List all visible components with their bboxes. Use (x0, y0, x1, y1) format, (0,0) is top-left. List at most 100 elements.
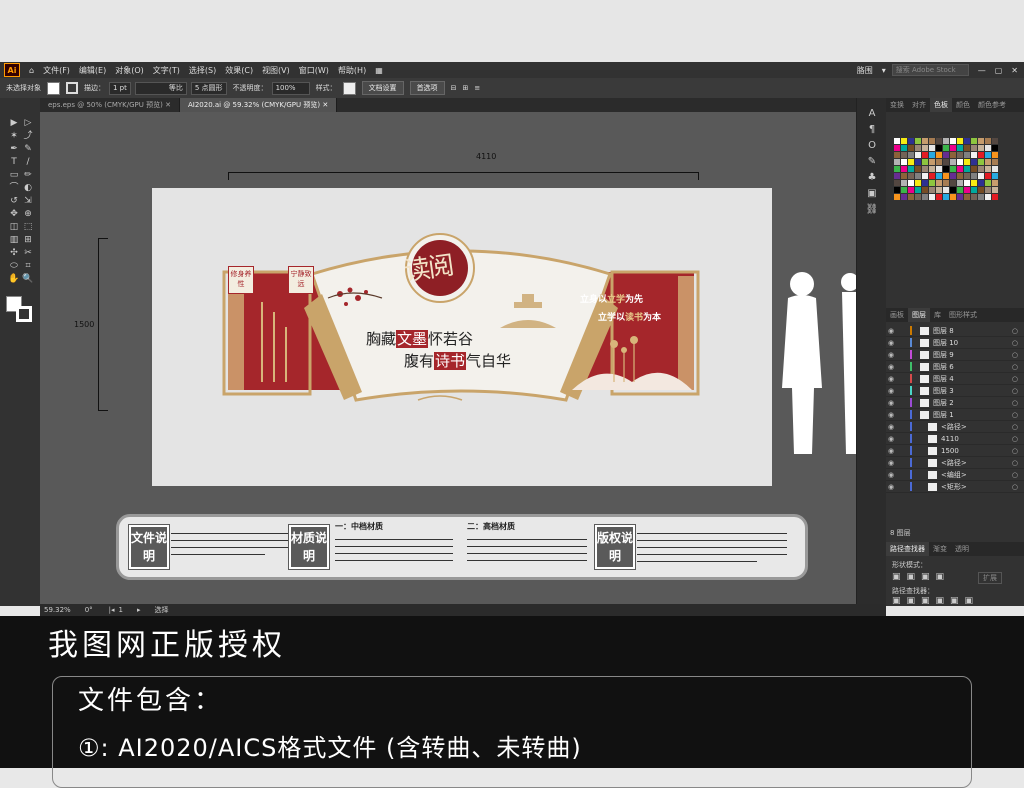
opentype-icon[interactable]: O (857, 138, 887, 154)
type-tool-icon[interactable]: T (8, 157, 20, 167)
opacity-field[interactable]: 100% (271, 81, 310, 95)
color-swatch[interactable] (964, 152, 970, 158)
selection-tool-icon[interactable]: ▶ (8, 118, 20, 128)
color-swatch[interactable] (950, 166, 956, 172)
color-swatch[interactable] (978, 194, 984, 200)
eyedropper-tool-icon[interactable]: ⊞ (22, 235, 34, 245)
menu-window[interactable]: 窗口(W) (299, 65, 329, 76)
color-swatch[interactable] (978, 166, 984, 172)
direct-selection-tool-icon[interactable]: ▷ (22, 118, 34, 128)
stroke-profile-select[interactable]: 等比 (134, 81, 187, 95)
color-swatch[interactable] (901, 173, 907, 179)
color-swatch[interactable] (943, 187, 949, 193)
symbol-tool-icon[interactable]: ⬭ (8, 261, 20, 271)
color-swatch[interactable] (922, 152, 928, 158)
color-swatch[interactable] (915, 194, 921, 200)
rotation-field[interactable]: 0° (85, 606, 93, 614)
blob-brush-tool-icon[interactable]: ◐ (22, 183, 34, 193)
target-icon[interactable]: ○ (1012, 435, 1018, 443)
color-swatch[interactable] (929, 187, 935, 193)
stroke-color-icon[interactable] (16, 306, 32, 322)
color-swatch[interactable] (957, 145, 963, 151)
target-icon[interactable]: ○ (1012, 459, 1018, 467)
color-swatch[interactable] (894, 180, 900, 186)
graphic-styles-icon[interactable]: ▣ (857, 186, 887, 202)
type-icon[interactable]: A (857, 106, 887, 122)
color-swatch[interactable] (950, 145, 956, 151)
color-swatch[interactable] (971, 138, 977, 144)
menu-view[interactable]: 视图(V) (262, 65, 290, 76)
artboard-number-field[interactable]: 1 (119, 606, 123, 614)
eye-icon[interactable]: ◉ (886, 447, 896, 455)
arrange-documents-icon[interactable]: ▦ (375, 66, 383, 75)
tab-graphic-styles[interactable]: 图形样式 (945, 308, 981, 322)
color-swatch[interactable] (978, 152, 984, 158)
color-swatch[interactable] (985, 166, 991, 172)
tab-transparency[interactable]: 透明 (951, 542, 973, 556)
color-swatch[interactable] (894, 194, 900, 200)
next-artboard-icon[interactable]: ▸ (137, 606, 141, 614)
tab-ai2020[interactable]: AI2020.ai @ 59.32% (CMYK/GPU 预览) ✕ (179, 98, 338, 112)
color-swatch[interactable] (894, 159, 900, 165)
home-icon[interactable]: ⌂ (29, 66, 34, 75)
color-swatch[interactable] (922, 194, 928, 200)
color-swatch[interactable] (992, 194, 998, 200)
color-swatch[interactable] (908, 166, 914, 172)
color-swatch[interactable] (936, 187, 942, 193)
color-swatch[interactable] (985, 145, 991, 151)
color-swatch[interactable] (922, 145, 928, 151)
shaper-tool-icon[interactable]: ⌒ (8, 183, 20, 193)
tab-align[interactable]: 对齐 (908, 98, 930, 112)
expand-button[interactable]: 扩展 (978, 572, 1002, 584)
blend-tool-icon[interactable]: ✣ (8, 248, 20, 258)
color-swatch[interactable] (992, 145, 998, 151)
tab-color[interactable]: 颜色 (952, 98, 974, 112)
color-swatch[interactable] (985, 180, 991, 186)
brush-select[interactable]: 5 点圆形 (190, 81, 227, 95)
color-swatch[interactable] (915, 187, 921, 193)
color-swatch[interactable] (957, 187, 963, 193)
target-icon[interactable]: ○ (1012, 483, 1018, 491)
color-swatch[interactable] (915, 138, 921, 144)
color-swatch[interactable] (901, 187, 907, 193)
stroke-swatch[interactable] (66, 82, 78, 94)
target-icon[interactable]: ○ (1012, 423, 1018, 431)
eye-icon[interactable]: ◉ (886, 339, 896, 347)
tab-artboards[interactable]: 画板 (886, 308, 908, 322)
rectangle-tool-icon[interactable]: ▭ (8, 170, 20, 180)
target-icon[interactable]: ○ (1012, 411, 1018, 419)
color-swatch[interactable] (992, 159, 998, 165)
pathfinder-buttons[interactable]: ▣▣▣▣▣▣ (892, 596, 979, 606)
color-swatch[interactable] (908, 138, 914, 144)
color-swatch[interactable] (964, 194, 970, 200)
color-swatch[interactable] (971, 180, 977, 186)
align-icon[interactable]: ⊟ (451, 84, 457, 92)
menu-file[interactable]: 文件(F) (43, 65, 70, 76)
color-swatch[interactable] (950, 187, 956, 193)
color-swatch[interactable] (908, 159, 914, 165)
eye-icon[interactable]: ◉ (886, 327, 896, 335)
symbols-icon[interactable]: ♣ (857, 170, 887, 186)
graphic-style-swatch[interactable] (342, 81, 356, 95)
eye-icon[interactable]: ◉ (886, 435, 896, 443)
color-swatch[interactable] (957, 138, 963, 144)
eye-icon[interactable]: ◉ (886, 387, 896, 395)
color-swatch[interactable] (908, 194, 914, 200)
tab-swatches[interactable]: 色板 (930, 98, 952, 112)
chevron-down-icon[interactable]: ▾ (882, 66, 886, 75)
target-icon[interactable]: ○ (1012, 471, 1018, 479)
layer-row[interactable]: ◉ 图层 6 ○ (886, 361, 1024, 373)
menu-help[interactable]: 帮助(H) (338, 65, 366, 76)
menu-select[interactable]: 选择(S) (189, 65, 216, 76)
color-swatch[interactable] (943, 180, 949, 186)
color-swatch[interactable] (957, 173, 963, 179)
zoom-field[interactable]: 59.32% (44, 606, 71, 614)
color-swatch[interactable] (992, 166, 998, 172)
color-swatch[interactable] (894, 152, 900, 158)
eye-icon[interactable]: ◉ (886, 423, 896, 431)
color-swatch[interactable] (964, 173, 970, 179)
layer-row[interactable]: ◉ 4110 ○ (886, 433, 1024, 445)
color-swatch[interactable] (929, 145, 935, 151)
color-swatch[interactable] (978, 145, 984, 151)
color-swatch[interactable] (985, 138, 991, 144)
